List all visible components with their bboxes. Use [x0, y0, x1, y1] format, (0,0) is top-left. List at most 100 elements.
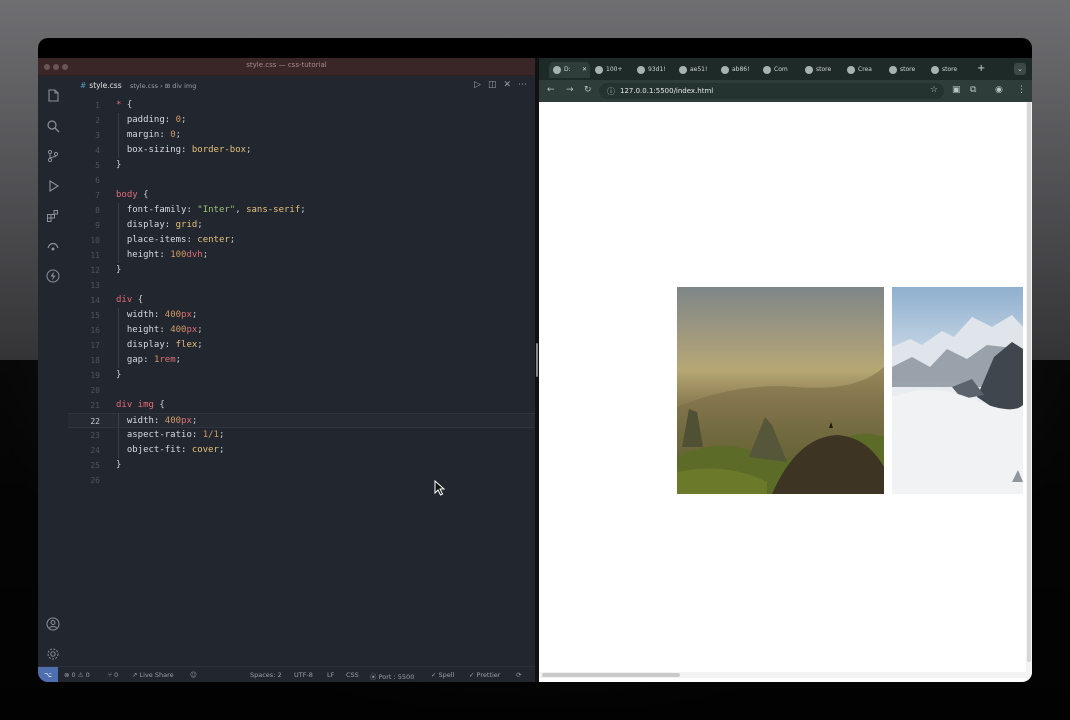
code-line[interactable]: 16 height: 400px;: [68, 323, 535, 338]
prettier-status[interactable]: ✓ Prettier: [469, 671, 500, 679]
code-line[interactable]: 19}: [68, 368, 535, 383]
code-line[interactable]: 23 aspect-ratio: 1/1;: [68, 428, 535, 443]
code-line[interactable]: 18 gap: 1rem;: [68, 353, 535, 368]
code-line[interactable]: 22 width: 400px;: [68, 413, 535, 428]
code-line[interactable]: 10 place-items: center;: [68, 233, 535, 248]
horizontal-scroll-thumb[interactable]: [542, 673, 680, 677]
live-share-icon: ↗: [132, 671, 140, 679]
tab-style-css[interactable]: # style.css: [80, 81, 122, 90]
address-bar[interactable]: ⓘ 127.0.0.1:5500/index.html ☆: [599, 83, 944, 99]
browser-tab[interactable]: ae51!: [675, 62, 716, 78]
line-number: 25: [90, 461, 100, 470]
browser-tab[interactable]: 93d1!: [633, 62, 674, 78]
page-viewport[interactable]: [539, 102, 1026, 676]
vertical-scroll-thumb[interactable]: [1027, 102, 1031, 662]
code-line[interactable]: 21 div img {: [68, 398, 535, 413]
back-arrow-icon[interactable]: ←: [547, 85, 555, 95]
browser-tab[interactable]: Com: [759, 62, 800, 78]
tab-search-chevron-icon[interactable]: ⌄: [1014, 63, 1026, 75]
code-line[interactable]: 11 height: 100dvh;: [68, 248, 535, 263]
browser-tab[interactable]: store: [885, 62, 926, 78]
search-icon[interactable]: [46, 118, 60, 133]
close-tab-icon[interactable]: ✕: [582, 62, 587, 78]
bookmark-star-icon[interactable]: ☆: [930, 85, 938, 95]
extensions-icon[interactable]: [46, 208, 60, 222]
code-line[interactable]: 1 * {: [68, 98, 535, 113]
code-line[interactable]: 3 margin: 0;: [68, 128, 535, 143]
code-line[interactable]: 17 display: flex;: [68, 338, 535, 353]
code-line[interactable]: 15 width: 400px;: [68, 308, 535, 323]
snowy-mountains-image: [892, 287, 1023, 494]
account-icon[interactable]: [46, 616, 60, 631]
remote-indicator-icon[interactable]: ⌥: [38, 667, 58, 682]
line-number: 20: [90, 386, 100, 395]
prettier-label: Prettier: [476, 671, 501, 679]
site-info-icon[interactable]: ⓘ: [607, 86, 615, 97]
split-grip-handle[interactable]: [536, 343, 538, 377]
code-line[interactable]: 2 padding: 0;: [68, 113, 535, 128]
extensions-puzzle-icon[interactable]: ⧉: [970, 85, 976, 95]
reload-icon[interactable]: ↻: [584, 85, 592, 95]
editor-actions: ▷ ◫ ✕ ⋯: [467, 80, 527, 90]
spell-checker[interactable]: ✓ Spell: [431, 671, 454, 679]
code-line[interactable]: 7 body {: [68, 188, 535, 203]
browser-tab[interactable]: Crea: [843, 62, 884, 78]
css-file-icon: #: [80, 81, 87, 90]
new-tab-button[interactable]: +: [977, 63, 985, 74]
code-line[interactable]: 14 div {: [68, 293, 535, 308]
indentation-indicator[interactable]: Spaces: 2: [250, 671, 282, 679]
code-line[interactable]: 6: [68, 173, 535, 188]
more-actions-icon[interactable]: ⋯: [518, 80, 527, 90]
line-number: 11: [90, 251, 100, 260]
run-file-icon[interactable]: ▷: [474, 80, 481, 90]
split-editor-icon[interactable]: ◫: [488, 80, 497, 90]
indent-guide: [118, 308, 119, 368]
code-line[interactable]: 25}: [68, 458, 535, 473]
browser-tab[interactable]: store: [927, 62, 968, 78]
close-editor-icon[interactable]: ✕: [503, 80, 511, 90]
code-text: height: 400px;: [116, 325, 203, 335]
problems-indicator[interactable]: ⊗ 0 ⚠ 0: [64, 671, 90, 679]
feedback-smiley-icon[interactable]: ☺: [190, 671, 197, 679]
live-share-button[interactable]: ↗ Live Share: [132, 671, 174, 679]
code-line[interactable]: 24 object-fit: cover;: [68, 443, 535, 458]
language-mode-indicator[interactable]: CSS: [346, 671, 359, 679]
encoding-indicator[interactable]: UTF-8: [294, 671, 313, 679]
explorer-icon[interactable]: [46, 88, 60, 102]
browser-tab[interactable]: ab86!: [717, 62, 758, 78]
code-line[interactable]: 12}: [68, 263, 535, 278]
chrome-menu-icon[interactable]: ⋮: [1017, 85, 1026, 95]
code-line[interactable]: 9 display: grid;: [68, 218, 535, 233]
code-line[interactable]: 5}: [68, 158, 535, 173]
browser-tab[interactable]: D: ✕: [549, 62, 590, 78]
code-line[interactable]: 4 box-sizing: border-box;: [68, 143, 535, 158]
settings-gear-icon[interactable]: [46, 646, 60, 660]
ports-indicator[interactable]: ⑂ 0: [108, 671, 118, 679]
code-text: display: flex;: [116, 340, 203, 350]
code-text: font-family: "Inter", sans-serif;: [116, 205, 306, 215]
remote-explorer-icon[interactable]: [46, 238, 60, 252]
live-server-port[interactable]: ⦿ Port : 5500: [370, 671, 414, 681]
code-editor[interactable]: 1 * {2 padding: 0; 3 margin: 0; 4 box-sizin…: [68, 96, 535, 666]
eol-indicator[interactable]: LF: [327, 671, 334, 679]
lightning-icon[interactable]: [46, 268, 60, 283]
tab-title: Crea: [858, 66, 872, 73]
code-line[interactable]: 13: [68, 278, 535, 293]
line-number: 1: [95, 101, 100, 110]
extension-square-icon[interactable]: ▣: [952, 85, 961, 95]
code-line[interactable]: 20: [68, 383, 535, 398]
notifications-bell-icon[interactable]: ⟳: [516, 671, 521, 679]
line-number: 17: [90, 341, 100, 350]
forward-arrow-icon[interactable]: →: [566, 85, 574, 95]
code-text: padding: 0;: [116, 115, 187, 125]
source-control-icon[interactable]: [46, 148, 60, 163]
vertical-scrollbar[interactable]: [1026, 102, 1032, 682]
browser-tab[interactable]: 100+: [591, 62, 632, 78]
breadcrumb[interactable]: style.css › ⊞ div img: [130, 82, 196, 90]
run-debug-icon[interactable]: [46, 178, 60, 192]
profile-avatar-icon[interactable]: ◉: [995, 85, 1003, 95]
code-line[interactable]: 26: [68, 473, 535, 488]
code-line[interactable]: 8 font-family: "Inter", sans-serif;: [68, 203, 535, 218]
horizontal-scrollbar[interactable]: [539, 672, 1026, 678]
browser-tab[interactable]: store: [801, 62, 842, 78]
